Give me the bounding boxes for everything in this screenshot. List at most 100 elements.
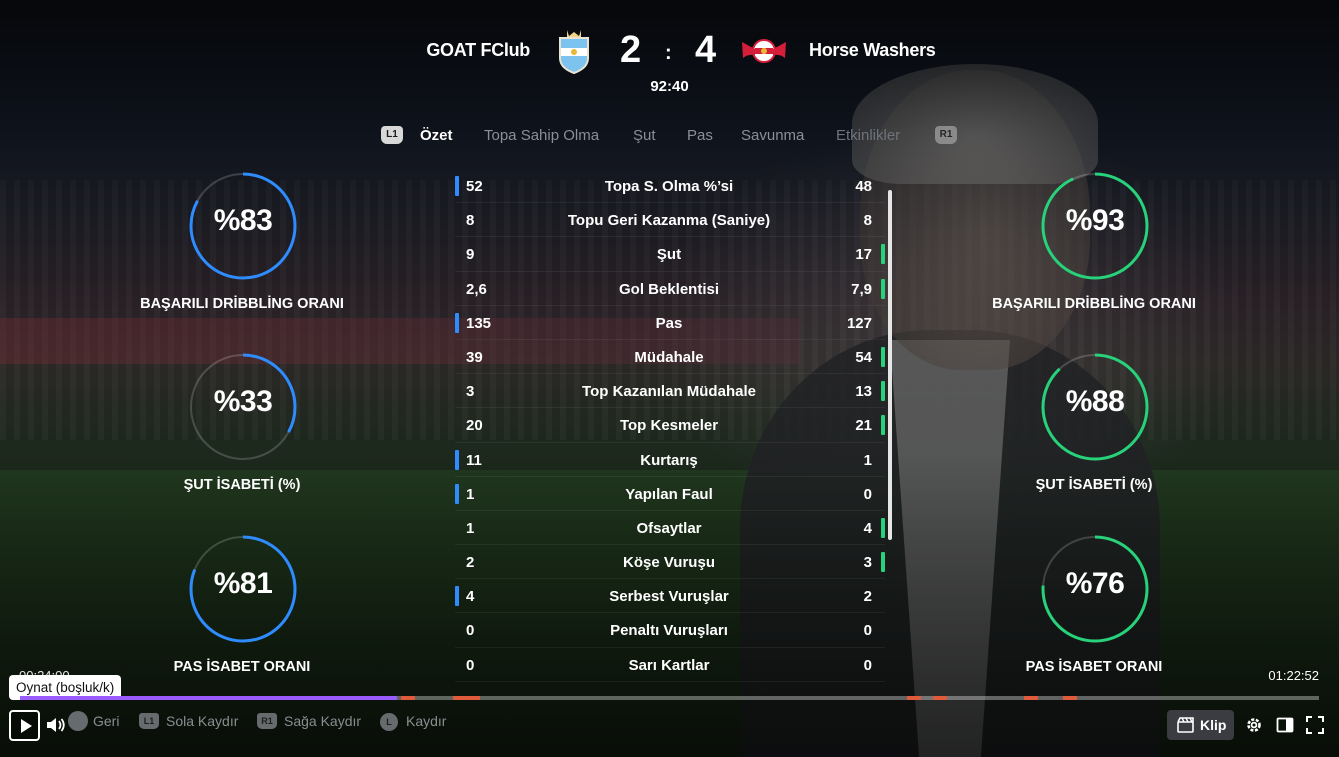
stat-label: Gol Beklentisi — [618, 280, 720, 298]
tab-events[interactable]: Etkinlikler — [836, 127, 900, 144]
fullscreen-icon — [1306, 716, 1324, 734]
l1-button-icon: L1 — [139, 713, 159, 729]
clip-label: Klip — [1200, 717, 1227, 733]
stat-away-value: 17 — [855, 246, 872, 264]
seek-bar-played — [20, 696, 397, 700]
stat-away-value: 0 — [863, 656, 872, 674]
stat-home-value: 3 — [466, 383, 475, 401]
stat-label: Serbest Vuruşlar — [609, 588, 729, 606]
tab-possession[interactable]: Topa Sahip Olma — [484, 127, 599, 144]
stat-home-value: 4 — [466, 588, 475, 606]
stat-home-value: 2 — [466, 554, 475, 572]
stat-label: Penaltı Vuruşları — [610, 622, 728, 640]
home-leader-bar — [455, 176, 459, 196]
stat-row: 1 Yapılan Faul 0 — [455, 477, 885, 511]
stat-home-value: 11 — [466, 451, 482, 469]
home-shot-accuracy-label: ŞUT İSABETİ (%) — [183, 477, 301, 493]
away-pass-accuracy-stat: %76 PAS İSABET ORANI — [964, 535, 1224, 685]
stat-row: 8 Topu Geri Kazanma (Saniye) 8 — [455, 203, 885, 238]
hint-scroll: Kaydır — [406, 713, 447, 729]
stat-away-value: 13 — [855, 383, 872, 401]
stat-row: 1 Ofsaytlar 4 — [455, 511, 885, 546]
theater-mode-icon — [1276, 717, 1294, 733]
stat-home-value: 20 — [466, 417, 483, 435]
stats-scrollbar[interactable] — [888, 190, 892, 540]
stat-label: Köşe Vuruşu — [623, 554, 715, 572]
event-marker[interactable] — [907, 696, 922, 700]
tab-shots[interactable]: Şut — [633, 127, 656, 144]
away-leader-bar — [881, 346, 885, 367]
settings-button[interactable] — [1245, 716, 1263, 734]
play-icon — [21, 719, 32, 733]
stat-home-value: 1 — [466, 519, 475, 537]
tab-summary[interactable]: Özet — [420, 127, 453, 144]
tab-defense[interactable]: Savunma — [741, 127, 804, 144]
stat-home-value: 0 — [466, 656, 475, 674]
stat-home-value: 0 — [466, 622, 475, 640]
duration: 01:22:52 — [1268, 668, 1319, 683]
stat-label: Topu Geri Kazanma (Saniye) — [567, 212, 771, 230]
stat-row: 2,6 Gol Beklentisi 7,9 — [455, 272, 885, 306]
play-button[interactable] — [9, 710, 40, 741]
scoreboard: GOAT FClub 2 : 4 Horse Washers 92:40 — [0, 28, 1339, 98]
stat-label: Topa S. Olma %’si — [604, 178, 734, 195]
match-clock: 92:40 — [650, 78, 689, 95]
home-shot-accuracy-value: %33 — [213, 385, 273, 418]
stat-label: Top Kazanılan Müdahale — [582, 383, 756, 401]
stat-away-value: 54 — [855, 348, 872, 366]
volume-button[interactable] — [46, 716, 66, 734]
circle-button-icon — [68, 711, 88, 731]
stat-row: 2 Köşe Vuruşu 3 — [455, 545, 885, 580]
tab-passes[interactable]: Pas — [687, 127, 713, 144]
argentina-crest-icon — [557, 30, 591, 75]
stat-label: Müdahale — [634, 348, 704, 366]
home-leader-bar — [455, 312, 459, 333]
away-pass-accuracy-value: %76 — [1065, 567, 1125, 600]
hint-scroll-right: Sağa Kaydır — [284, 713, 362, 729]
event-marker[interactable] — [400, 696, 415, 700]
stat-away-value: 127 — [846, 314, 872, 332]
stat-row: 39 Müdahale 54 — [455, 340, 885, 375]
stat-away-value: 4 — [863, 519, 872, 537]
event-marker[interactable] — [1063, 696, 1078, 700]
stat-away-value: 1 — [863, 451, 872, 469]
seek-bar[interactable] — [20, 696, 1319, 700]
fullscreen-button[interactable] — [1306, 716, 1324, 734]
home-score: 2 — [620, 29, 642, 71]
stat-label: Şut — [656, 246, 682, 264]
clip-icon — [1177, 717, 1194, 733]
stat-row: 11 Kurtarış 1 — [455, 443, 885, 477]
hint-back: Geri — [93, 713, 120, 729]
event-marker[interactable] — [1024, 696, 1039, 700]
stat-away-value: 2 — [863, 588, 872, 606]
away-leader-bar — [881, 244, 885, 265]
theater-mode-button[interactable] — [1276, 716, 1294, 734]
home-pass-accuracy-label: PAS İSABET ORANI — [173, 659, 311, 675]
event-marker[interactable] — [452, 696, 467, 700]
stat-row: 3 Top Kazanılan Müdahale 13 — [455, 374, 885, 409]
stat-label: Pas — [655, 314, 683, 332]
home-pass-accuracy-value: %81 — [213, 567, 273, 600]
settings-icon — [1247, 718, 1261, 732]
away-shot-accuracy-stat: %88 ŞUT İSABETİ (%) — [964, 353, 1224, 503]
stat-row: 20 Top Kesmeler 21 — [455, 408, 885, 443]
stat-row: 4 Serbest Vuruşlar 2 — [455, 579, 885, 614]
away-leader-bar — [881, 552, 885, 573]
event-marker[interactable] — [933, 696, 948, 700]
home-leader-bar — [455, 586, 459, 607]
stat-label: Ofsaytlar — [636, 519, 702, 537]
away-dribbling-stat: %93 BAŞARILI DRİBBLİNG ORANI — [964, 172, 1224, 322]
stat-away-value: 3 — [863, 554, 872, 572]
tab-right-button[interactable]: R1 — [935, 126, 957, 144]
away-shot-accuracy-label: ŞUT İSABETİ (%) — [1035, 477, 1153, 493]
clip-button[interactable]: Klip — [1167, 710, 1234, 740]
away-leader-bar — [881, 517, 885, 538]
stat-home-value: 1 — [466, 485, 475, 503]
stat-away-value: 48 — [855, 178, 872, 195]
stat-away-value: 8 — [863, 212, 872, 230]
home-dribbling-value: %83 — [213, 204, 273, 237]
away-dribbling-value: %93 — [1065, 204, 1125, 237]
event-marker[interactable] — [465, 696, 480, 700]
stat-row: 9 Şut 17 — [455, 237, 885, 272]
tab-left-button[interactable]: L1 — [381, 126, 403, 144]
